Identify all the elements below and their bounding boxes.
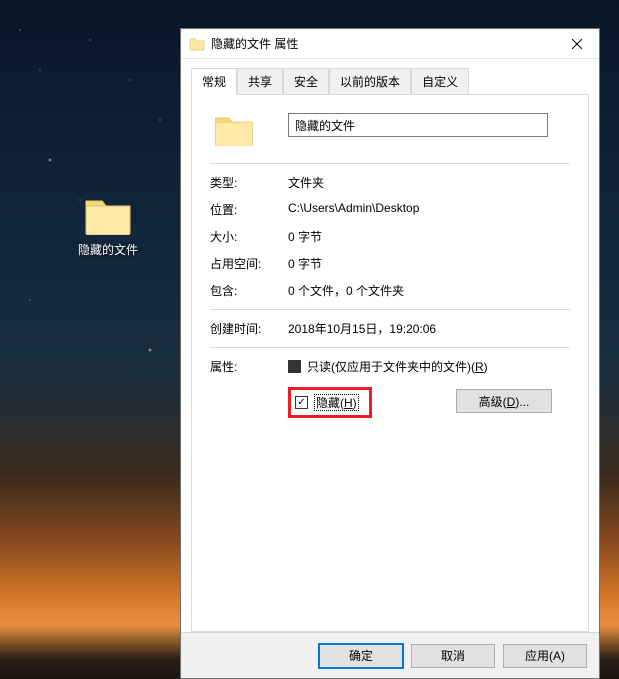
cancel-button[interactable]: 取消	[411, 644, 495, 668]
hidden-checkbox-row[interactable]: 隐藏(H)	[295, 394, 359, 411]
size-on-disk-value: 0 字节	[288, 255, 570, 272]
desktop-folder-icon[interactable]: 隐藏的文件	[70, 195, 146, 258]
checkbox-icon	[295, 396, 308, 409]
tab-general[interactable]: 常规	[191, 68, 237, 95]
location-label: 位置:	[210, 201, 288, 218]
contains-value: 0 个文件，0 个文件夹	[288, 282, 570, 299]
advanced-button[interactable]: 高级(D)...	[456, 389, 552, 413]
tab-previous-versions[interactable]: 以前的版本	[329, 68, 411, 95]
folder-name-input[interactable]	[288, 113, 548, 137]
folder-icon	[189, 36, 205, 52]
readonly-label: 只读(仅应用于文件夹中的文件)(R)	[307, 358, 488, 375]
size-label: 大小:	[210, 228, 288, 245]
dialog-title: 隐藏的文件 属性	[211, 35, 554, 52]
separator	[210, 163, 570, 164]
folder-icon	[214, 113, 254, 149]
hidden-highlight: 隐藏(H)	[288, 387, 372, 418]
hidden-label: 隐藏(H)	[314, 394, 359, 411]
dialog-button-bar: 确定 取消 应用(A)	[181, 632, 599, 678]
separator	[210, 347, 570, 348]
folder-icon	[84, 195, 132, 235]
tab-sharing[interactable]: 共享	[237, 68, 283, 95]
apply-button[interactable]: 应用(A)	[503, 644, 587, 668]
readonly-checkbox-row[interactable]: 只读(仅应用于文件夹中的文件)(R)	[288, 358, 570, 375]
created-label: 创建时间:	[210, 320, 288, 337]
ok-button[interactable]: 确定	[319, 644, 403, 668]
checkbox-icon	[288, 360, 301, 373]
close-icon	[572, 39, 582, 49]
tab-strip: 常规 共享 安全 以前的版本 自定义	[191, 68, 589, 95]
type-label: 类型:	[210, 174, 288, 191]
properties-dialog: 隐藏的文件 属性 常规 共享 安全 以前的版本 自定义	[180, 28, 600, 679]
tab-security[interactable]: 安全	[283, 68, 329, 95]
tab-panel-general: 类型: 文件夹 位置: C:\Users\Admin\Desktop 大小: 0…	[191, 94, 589, 632]
created-value: 2018年10月15日，19:20:06	[288, 320, 570, 337]
desktop-folder-label: 隐藏的文件	[70, 241, 146, 258]
tab-customize[interactable]: 自定义	[411, 68, 469, 95]
contains-label: 包含:	[210, 282, 288, 299]
size-value: 0 字节	[288, 228, 570, 245]
titlebar[interactable]: 隐藏的文件 属性	[181, 29, 599, 59]
separator	[210, 309, 570, 310]
location-value: C:\Users\Admin\Desktop	[288, 201, 570, 218]
size-on-disk-label: 占用空间:	[210, 255, 288, 272]
close-button[interactable]	[554, 29, 599, 58]
type-value: 文件夹	[288, 174, 570, 191]
attributes-label: 属性:	[210, 358, 288, 375]
